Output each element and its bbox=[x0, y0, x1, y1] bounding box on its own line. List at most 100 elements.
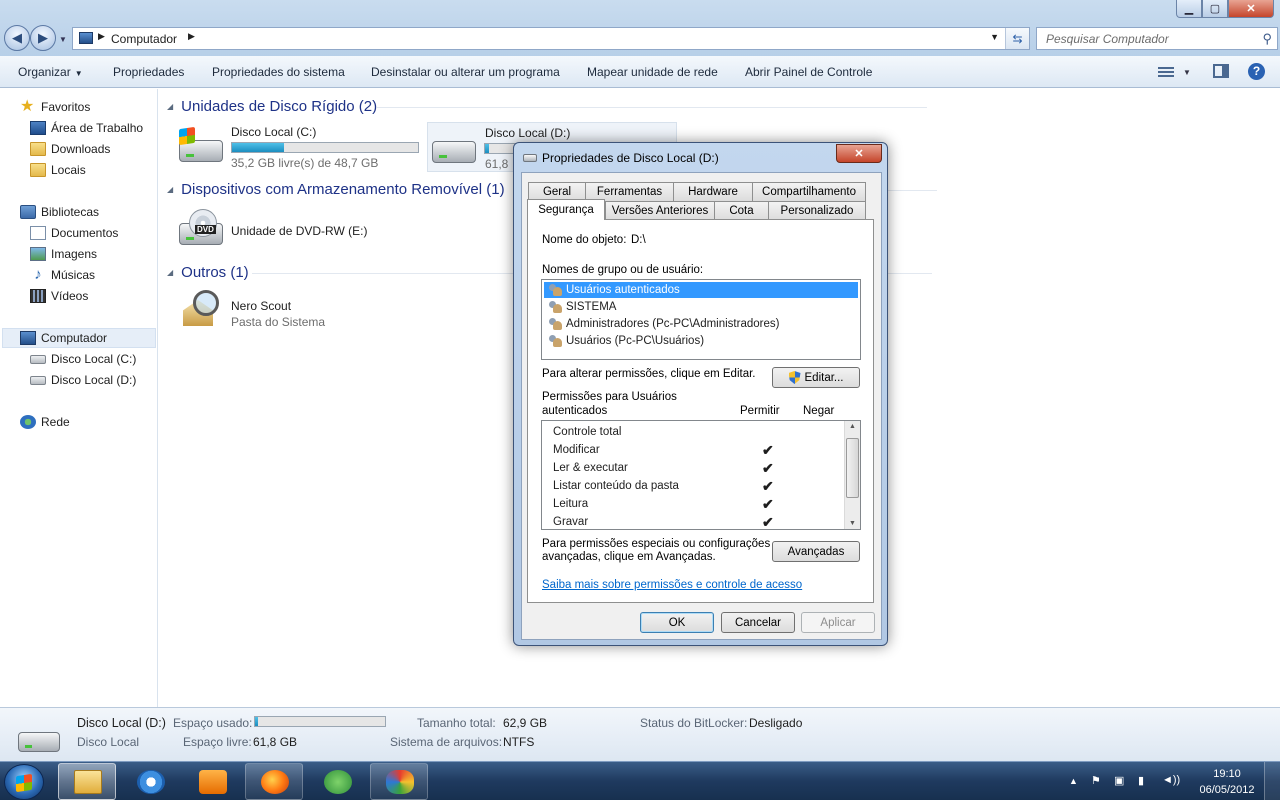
drive-c-tile[interactable]: Disco Local (C:) 35,2 GB livre(s) de 48,… bbox=[169, 122, 424, 172]
allow-check-icon: ✔ bbox=[762, 513, 774, 530]
view-options-dropdown-icon[interactable]: ▼ bbox=[1183, 68, 1191, 77]
group-item-authenticated-users[interactable]: Usuários autenticados bbox=[544, 282, 858, 298]
recent-pages-dropdown-icon[interactable]: ▼ bbox=[59, 35, 67, 44]
nav-label: Área de Trabalho bbox=[51, 121, 144, 135]
nav-disk-c[interactable]: Disco Local (C:) bbox=[30, 349, 136, 369]
help-icon[interactable]: ? bbox=[1248, 63, 1265, 80]
usage-fill bbox=[232, 143, 285, 152]
edit-hint: Para alterar permissões, clique em Edita… bbox=[542, 368, 756, 380]
search-icon[interactable]: ⚲ bbox=[1262, 31, 1272, 47]
nav-disk-d[interactable]: Disco Local (D:) bbox=[30, 370, 136, 390]
scroll-down-icon[interactable]: ▼ bbox=[849, 520, 856, 527]
close-button[interactable]: ✕ bbox=[1228, 0, 1274, 18]
search-box[interactable]: Pesquisar Computador ⚲ bbox=[1036, 27, 1278, 50]
network-tray-icon[interactable]: ▣ bbox=[1114, 774, 1124, 787]
group-item-system[interactable]: SISTEMA bbox=[544, 299, 858, 315]
address-history-dropdown-icon[interactable]: ▼ bbox=[990, 32, 999, 42]
edit-button[interactable]: Editar... bbox=[772, 367, 860, 388]
group-header-other[interactable]: ◢ Outros (1) bbox=[167, 264, 932, 281]
breadcrumb-computer[interactable]: Computador bbox=[111, 32, 177, 46]
taskbar-firefox[interactable] bbox=[245, 763, 303, 800]
uninstall-program-button[interactable]: Desinstalar ou alterar um programa bbox=[371, 65, 560, 79]
group-header-removable[interactable]: ◢ Dispositivos com Armazenamento Removíve… bbox=[167, 181, 937, 198]
tab-seguranca[interactable]: Segurança bbox=[527, 199, 605, 220]
group-title: Dispositivos com Armazenamento Removível… bbox=[181, 181, 505, 198]
nav-music[interactable]: ♪ Músicas bbox=[30, 265, 95, 285]
group-header-hard-drives[interactable]: ◢ Unidades de Disco Rígido (2) bbox=[167, 98, 927, 115]
change-view-icon[interactable] bbox=[1158, 65, 1174, 79]
dvd-drive-icon: DVD bbox=[177, 209, 225, 249]
taskbar-ie[interactable] bbox=[121, 763, 179, 800]
cancel-button[interactable]: Cancelar bbox=[721, 612, 795, 633]
nav-desktop[interactable]: Área de Trabalho bbox=[30, 118, 143, 138]
groups-listbox[interactable]: Usuários autenticados SISTEMA Administra… bbox=[541, 279, 861, 360]
tab-hardware[interactable]: Hardware bbox=[673, 182, 753, 201]
organize-menu[interactable]: Organizar ▼ bbox=[18, 65, 83, 79]
start-button[interactable] bbox=[4, 764, 44, 800]
nav-downloads[interactable]: Downloads bbox=[30, 139, 110, 159]
nav-label: Locais bbox=[51, 163, 86, 177]
nav-locais[interactable]: Locais bbox=[30, 160, 86, 180]
nav-libraries[interactable]: Bibliotecas bbox=[20, 202, 99, 222]
open-control-panel-button[interactable]: Abrir Painel de Controle bbox=[745, 65, 872, 79]
scroll-up-icon[interactable]: ▲ bbox=[849, 423, 856, 430]
power-tray-icon[interactable]: ▮ bbox=[1138, 774, 1144, 787]
nav-documents[interactable]: Documentos bbox=[30, 223, 118, 243]
nav-computer[interactable]: Computador bbox=[2, 328, 156, 348]
dvd-drive-name: Unidade de DVD-RW (E:) bbox=[231, 224, 368, 238]
breadcrumb-separator-icon[interactable]: ▶ bbox=[98, 31, 105, 42]
edit-button-label: Editar... bbox=[804, 371, 844, 384]
taskbar-messenger[interactable] bbox=[308, 763, 366, 800]
nero-scout-tile[interactable]: Nero Scout Pasta do Sistema bbox=[169, 288, 369, 338]
dialog-close-button[interactable]: ✕ bbox=[836, 144, 882, 163]
back-button[interactable]: ◀ bbox=[4, 25, 30, 51]
dvd-drive-tile[interactable]: DVD Unidade de DVD-RW (E:) bbox=[169, 207, 409, 257]
map-network-drive-button[interactable]: Mapear unidade de rede bbox=[587, 65, 718, 79]
permissions-scrollbar[interactable]: ▲ ▼ bbox=[844, 421, 860, 529]
search-input[interactable]: Pesquisar Computador bbox=[1046, 32, 1169, 46]
tab-versoes-anteriores[interactable]: Versões Anteriores bbox=[605, 201, 715, 220]
minimize-button[interactable]: ▁ bbox=[1176, 0, 1202, 18]
nav-images[interactable]: Imagens bbox=[30, 244, 97, 264]
drive-icon bbox=[523, 154, 537, 162]
breadcrumb-separator-icon[interactable]: ▶ bbox=[188, 31, 195, 42]
preview-pane-icon[interactable] bbox=[1213, 64, 1229, 78]
group-item-administrators[interactable]: Administradores (Pc-PC\Administradores) bbox=[544, 316, 858, 332]
nav-network[interactable]: Rede bbox=[20, 412, 70, 432]
nav-videos[interactable]: Vídeos bbox=[30, 286, 88, 306]
apply-button[interactable]: Aplicar bbox=[801, 612, 875, 633]
refresh-button[interactable]: ⇆ bbox=[1005, 28, 1029, 49]
nav-label: Computador bbox=[41, 331, 108, 345]
nav-label: Imagens bbox=[51, 247, 98, 261]
security-tab-panel: Nome do objeto: D:\ Nomes de grupo ou de… bbox=[527, 219, 874, 603]
ok-button[interactable]: OK bbox=[640, 612, 714, 633]
forward-button[interactable]: ▶ bbox=[30, 25, 56, 51]
clock[interactable]: 19:10 06/05/2012 bbox=[1194, 766, 1260, 798]
advanced-button[interactable]: Avançadas bbox=[772, 541, 860, 562]
nav-favorites[interactable]: ★ Favoritos bbox=[20, 97, 90, 117]
taskbar-explorer[interactable] bbox=[58, 763, 116, 800]
address-bar[interactable]: ▶ Computador ▶ ▼ ⇆ bbox=[72, 27, 1030, 50]
clock-time: 19:10 bbox=[1213, 768, 1241, 780]
system-properties-button[interactable]: Propriedades do sistema bbox=[212, 65, 345, 79]
group-item-users[interactable]: Usuários (Pc-PC\Usuários) bbox=[544, 333, 858, 349]
tab-cota[interactable]: Cota bbox=[714, 201, 769, 220]
taskbar: ▲ ⚑ ▣ ▮ ◄)) 19:10 06/05/2012 bbox=[0, 761, 1280, 800]
permissions-label: Permissões para Usuários bbox=[542, 391, 677, 403]
details-type: Disco Local bbox=[77, 735, 140, 749]
learn-more-link[interactable]: Saiba mais sobre permissões e controle d… bbox=[542, 579, 802, 591]
volume-icon[interactable]: ◄)) bbox=[1162, 774, 1180, 786]
maximize-button[interactable]: ▢ bbox=[1202, 0, 1228, 18]
properties-button[interactable]: Propriedades bbox=[113, 65, 184, 79]
allow-check-icon: ✔ bbox=[762, 477, 774, 494]
permissions-list[interactable]: Controle total Modificar ✔ Ler & executar… bbox=[541, 420, 861, 530]
tab-compartilhamento[interactable]: Compartilhamento bbox=[752, 182, 866, 201]
tab-personalizado[interactable]: Personalizado bbox=[768, 201, 866, 220]
taskbar-media-player[interactable] bbox=[183, 763, 241, 800]
show-hidden-icons-icon[interactable]: ▲ bbox=[1069, 776, 1078, 786]
show-desktop-button[interactable] bbox=[1264, 762, 1280, 800]
divider bbox=[377, 107, 927, 108]
scrollbar-thumb[interactable] bbox=[846, 438, 859, 498]
taskbar-paint[interactable] bbox=[370, 763, 428, 800]
action-center-flag-icon[interactable]: ⚑ bbox=[1091, 774, 1101, 787]
